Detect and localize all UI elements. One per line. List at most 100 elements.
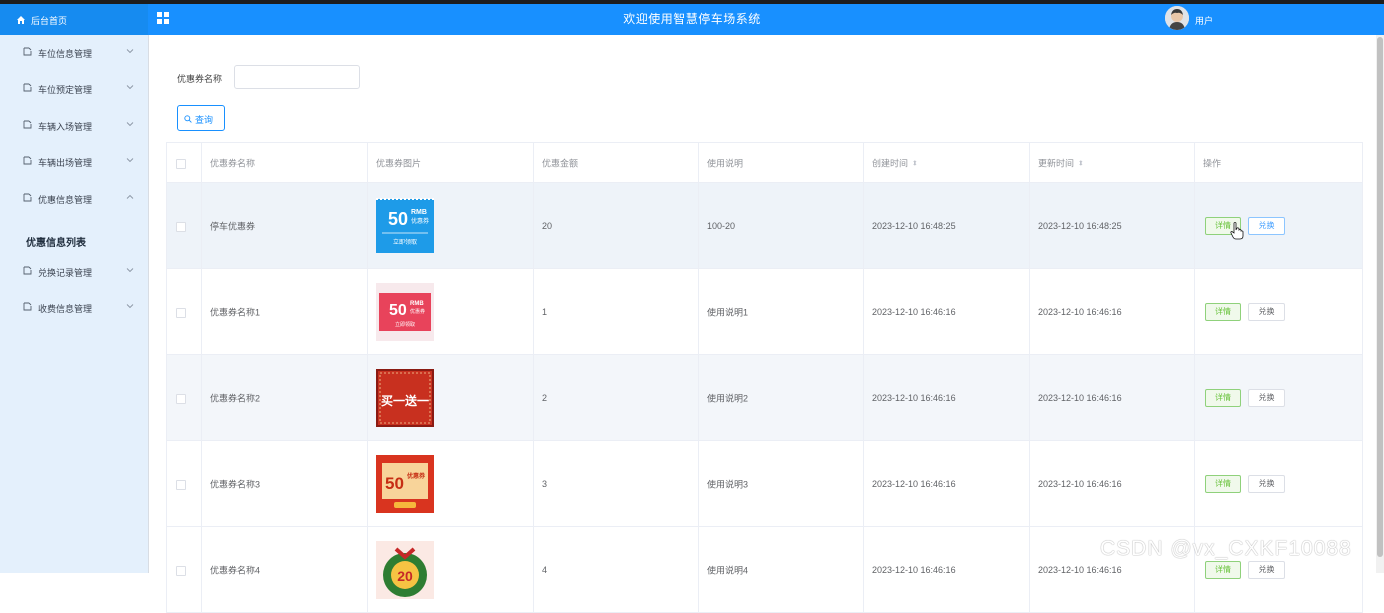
coupon-image[interactable]: 20 <box>376 540 434 599</box>
hand-cursor-icon <box>1230 222 1244 240</box>
document-icon <box>23 193 32 202</box>
column-header-updated[interactable]: 更新时间 ⬍ <box>1030 143 1195 182</box>
sidebar-item-exit[interactable]: 车辆出场管理 <box>0 144 148 178</box>
select-cell <box>167 355 202 440</box>
table-row: 优惠券名称3 50 优惠券 3 使用说明3 2023-12-10 16:46:1… <box>167 441 1362 527</box>
amount-cell: 1 <box>534 269 699 354</box>
coupon-image-value: 50 <box>388 209 408 229</box>
detail-button[interactable]: 详情 <box>1205 388 1241 407</box>
sidebar-subitem-discount-list[interactable]: 优惠信息列表 <box>0 226 148 250</box>
column-header: 操作 <box>1203 158 1222 168</box>
detail-button[interactable]: 详情 <box>1205 302 1241 321</box>
select-cell <box>167 527 202 612</box>
exchange-button[interactable]: 兑换 <box>1248 216 1285 235</box>
sidebar-item-label: 兑换记录管理 <box>38 268 93 278</box>
coupon-image-value: 20 <box>397 568 413 584</box>
image-cell: 买一送一 <box>368 355 534 440</box>
exchange-button[interactable]: 兑换 <box>1248 388 1285 407</box>
select-all-checkbox[interactable] <box>176 158 186 169</box>
row-checkbox[interactable] <box>176 221 186 232</box>
row-checkbox[interactable] <box>176 479 186 490</box>
sidebar-item-parking-space[interactable]: 车位信息管理 <box>0 35 148 69</box>
svg-text:优惠券: 优惠券 <box>407 472 426 480</box>
coupon-image-value: 买一送一 <box>381 393 429 408</box>
created-cell: 2023-12-10 16:46:16 <box>864 269 1030 354</box>
column-header: 使用说明 <box>699 143 864 182</box>
column-header-created[interactable]: 创建时间 ⬍ <box>864 143 1030 182</box>
amount-cell: 2 <box>534 355 699 440</box>
sidebar-item-exchange-record[interactable]: 兑换记录管理 <box>0 254 148 288</box>
amount-cell: 4 <box>534 527 699 612</box>
image-cell: 50 RMB 优惠券 立即领取 <box>368 183 534 268</box>
column-header: 优惠券名称 <box>202 143 368 182</box>
vertical-scrollbar[interactable] <box>1376 35 1384 573</box>
updated-cell: 2023-12-10 16:46:16 <box>1030 269 1195 354</box>
coupon-image[interactable]: 买一送一 <box>376 368 434 427</box>
sidebar-item-entry[interactable]: 车辆入场管理 <box>0 108 148 142</box>
svg-text:RMB: RMB <box>410 301 424 307</box>
csdn-watermark: CSDN @vx_CXKF10088 <box>1100 537 1352 560</box>
created-cell: 2023-12-10 16:46:16 <box>864 441 1030 526</box>
chevron-up-icon <box>126 194 134 199</box>
desc-cell: 使用说明4 <box>699 527 864 612</box>
document-icon <box>23 302 32 311</box>
scrollbar-thumb[interactable] <box>1377 37 1383 557</box>
sidebar-item-label: 收费信息管理 <box>38 304 93 314</box>
detail-button[interactable]: 详情 <box>1205 560 1241 579</box>
sidebar-item-label: 车辆入场管理 <box>38 122 93 132</box>
name-cell: 优惠券名称1 <box>202 269 368 354</box>
amount-cell: 20 <box>534 183 699 268</box>
sidebar-item-label: 优惠信息管理 <box>38 195 93 205</box>
updated-cell: 2023-12-10 16:46:16 <box>1030 441 1195 526</box>
document-icon <box>23 156 32 165</box>
chevron-down-icon <box>126 268 134 273</box>
coupon-name-input[interactable] <box>234 65 360 89</box>
exchange-button[interactable]: 兑换 <box>1248 302 1285 321</box>
search-label: 优惠券名称 <box>177 74 223 84</box>
coupon-image-value: 50 <box>389 302 407 319</box>
updated-cell: 2023-12-10 16:46:16 <box>1030 355 1195 440</box>
top-header: 后台首页 欢迎使用智慧停车场系统 用户 <box>0 4 1384 35</box>
coupon-image-value: 50 <box>385 474 404 493</box>
desc-cell: 使用说明1 <box>699 269 864 354</box>
exchange-button[interactable]: 兑换 <box>1248 474 1285 493</box>
select-cell <box>167 183 202 268</box>
created-cell: 2023-12-10 16:46:16 <box>864 355 1030 440</box>
table-row: 优惠券名称2 买一送一 2 使用说明2 2023-12-10 16:46:16 … <box>167 355 1362 441</box>
column-header: 优惠金额 <box>534 143 699 182</box>
exchange-button[interactable]: 兑换 <box>1248 560 1285 579</box>
svg-text:立即领取: 立即领取 <box>393 238 417 246</box>
image-cell: 50 RMB 优惠券 立即领取 <box>368 269 534 354</box>
row-checkbox[interactable] <box>176 393 186 404</box>
table-row: 优惠券名称1 50 RMB 优惠券 立即领取 1 使用说明1 2023-12-1… <box>167 269 1362 355</box>
coupon-image[interactable]: 50 RMB 优惠券 立即领取 <box>376 282 434 341</box>
row-checkbox[interactable] <box>176 565 186 576</box>
sort-icon[interactable]: ⬍ <box>912 160 918 168</box>
row-checkbox[interactable] <box>176 307 186 318</box>
sidebar-item-reservation[interactable]: 车位预定管理 <box>0 71 148 105</box>
svg-text:优惠券: 优惠券 <box>410 308 425 315</box>
coupon-image[interactable]: 50 优惠券 <box>376 454 434 513</box>
sidebar-item-label: 车位预定管理 <box>38 85 93 95</box>
desc-cell: 使用说明2 <box>699 355 864 440</box>
main-content: 优惠券名称 查询 优惠券名称 优惠券图片 优惠金额 使用说明 创建时间 ⬍ 更新时… <box>149 35 1384 613</box>
action-cell: 详情 兑换 <box>1195 441 1362 526</box>
sidebar-item-discount[interactable]: 优惠信息管理 <box>0 181 148 215</box>
user-name[interactable]: 用户 <box>1195 14 1213 27</box>
image-cell: 20 <box>368 527 534 612</box>
sort-icon[interactable]: ⬍ <box>1078 160 1084 168</box>
document-icon <box>23 266 32 275</box>
detail-button[interactable]: 详情 <box>1205 474 1241 493</box>
query-button[interactable]: 查询 <box>177 105 225 131</box>
created-cell: 2023-12-10 16:46:16 <box>864 527 1030 612</box>
svg-text:立即领取: 立即领取 <box>395 321 415 328</box>
chevron-down-icon <box>126 304 134 309</box>
document-icon <box>23 47 32 56</box>
coupon-image[interactable]: 50 RMB 优惠券 立即领取 <box>376 197 434 255</box>
image-cell: 50 优惠券 <box>368 441 534 526</box>
sidebar-item-charging[interactable]: 收费信息管理 <box>0 290 148 324</box>
user-avatar[interactable] <box>1165 6 1189 30</box>
sidebar-item-label: 车辆出场管理 <box>38 158 93 168</box>
sidebar: 车位信息管理 车位预定管理 车辆入场管理 车辆出场管理 优惠信息管理 优惠信息列… <box>0 35 149 573</box>
select-cell <box>167 441 202 526</box>
